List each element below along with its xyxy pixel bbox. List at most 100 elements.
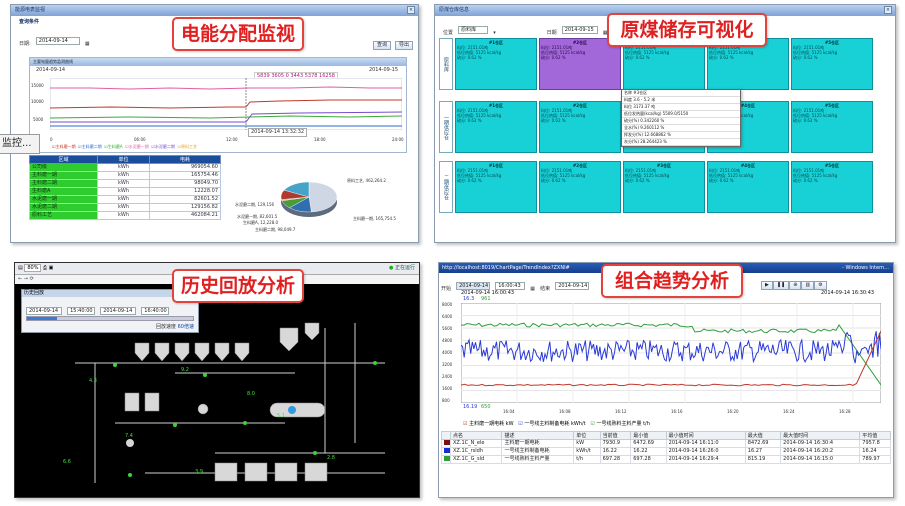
bin-cell[interactable]: #3仓区料位: 2151.01吨低位热值: 5125 kcal/kg硫分: 0.… xyxy=(623,161,705,213)
coal-date-label: 日期 xyxy=(546,30,557,36)
table-row[interactable]: XZ.1C_G_sld 一号线熟料主料产量 t/h 697.28 697.28 2014-… xyxy=(441,455,891,464)
popup-line: 料位 3173.37 吨 xyxy=(622,104,740,111)
browser-url: http://localhost:8019/ChartPage/TrendInd… xyxy=(442,265,570,271)
table-row[interactable]: 水泥磨一期 kWh 82601.52 xyxy=(29,195,221,204)
bin-cell[interactable]: #1仓区 料位: 2151.01吨 低位热值: 5125 kcal/kg 硫分: 0.… xyxy=(455,161,537,213)
value-label: 2.8 xyxy=(327,455,335,461)
value-label: 8.0 xyxy=(247,391,255,397)
y-tick: 800 xyxy=(442,398,450,403)
page-icon[interactable]: ▤ xyxy=(18,265,23,271)
date-label: 日期: xyxy=(19,41,31,47)
coal-window-title: 原煤仓库信息 xyxy=(439,7,470,13)
print-icon[interactable]: ⎙ xyxy=(43,265,47,271)
trend-toolbar-right: ▶ ❚❚ ⊕ ▥ ⚙ xyxy=(761,275,827,294)
bin-cell[interactable]: #5仓区 料位: 2151.01吨 低位热值: 5125 kcal/kg 硫分: 0.… xyxy=(791,38,873,90)
zoom-field[interactable]: 80% xyxy=(24,264,42,272)
date-input[interactable]: 2014-09-14 xyxy=(35,36,80,45)
back-icon[interactable]: ← xyxy=(18,276,22,282)
play-icon[interactable]: ▶ xyxy=(761,281,773,290)
end-date[interactable]: 2014-09-14 xyxy=(555,281,590,290)
bin-line: 硫分: 0.62 % xyxy=(625,178,650,183)
bin-cell[interactable]: #1仓区 料位: 2151.01吨 低位热值: 5125 kcal/kg 硫分: 0.… xyxy=(455,38,537,90)
legend-item-3[interactable]: ☑ 一号线熟料主料产量 t/h xyxy=(590,421,649,427)
legend-item-2[interactable]: ☑ 一号线主料制备电耗 kWh/t xyxy=(518,421,585,427)
query-section-title: 查询条件 xyxy=(19,19,40,25)
forward-icon[interactable]: → xyxy=(24,276,28,282)
chart-icon[interactable]: ▥ xyxy=(801,281,815,290)
callout-trend: 组合趋势分析 xyxy=(601,264,743,298)
value-label: 5.1 xyxy=(277,413,285,419)
x-tick: 16:24 xyxy=(783,409,795,414)
bin-cell[interactable]: #5仓区 料位: 2151.01吨 低位热值: 5125 kcal/kg 硫分: 0.… xyxy=(791,161,873,213)
legend-item-6[interactable]: ☑原料工艺 xyxy=(177,144,197,149)
x-tick: 16:28 xyxy=(839,409,851,414)
table-row[interactable]: XZ.1C_rsldh 一号线主料制备电耗 kWh/t 16.22 16.22 2014-… xyxy=(441,447,891,456)
trend-chart-svg xyxy=(461,303,881,403)
legend-item-2[interactable]: ☑主料磨二期 xyxy=(78,144,102,149)
site-select[interactable]: 原料库 xyxy=(458,25,489,34)
settings-icon[interactable]: ⚙ xyxy=(814,281,827,290)
screenshot-collage: 能源电表监视 × 查询条件 日期: 2014-09-14 ▦ 查询 导出 主要电量… xyxy=(0,0,905,506)
bin-detail-popup: 名称 #3仓区 料度 3.6 - 5.2 米 料位 3173.37 吨 低位发热… xyxy=(621,89,741,147)
export-button[interactable]: 导出 xyxy=(395,41,414,50)
legend-item-4[interactable]: ☑水泥磨一期 xyxy=(125,144,149,149)
side-tab[interactable]: 监控... xyxy=(0,134,40,154)
popup-line: 料度 3.6 - 5.2 米 xyxy=(622,97,740,104)
table-row[interactable]: XZ.1C_N_ele 主料磨一期电耗 kW 7930.9 6472.69 2014-09… xyxy=(441,439,891,448)
callout-coal: 原煤储存可视化 xyxy=(607,13,767,47)
table-row[interactable]: 主料磨二期 kWh 98049.70 xyxy=(29,179,221,188)
table-row[interactable]: 水泥磨二期 kWh 129156.82 xyxy=(29,203,221,212)
trend-legend: ☑ 主料磨一期电耗 kW ☑ 一号线主料制备电耗 kWh/t ☑ 一号线熟料主料… xyxy=(463,420,650,427)
query-bar: 日期: 2014-09-14 ▦ xyxy=(19,30,90,49)
close-icon[interactable]: × xyxy=(407,6,415,14)
table-row[interactable]: 公司级 kWh 969054.60 xyxy=(29,163,221,172)
legend-item-3[interactable]: ☑生料磨A xyxy=(104,144,122,149)
value-label: 3.9 xyxy=(195,469,203,475)
start-time[interactable]: 16:00:43 xyxy=(495,281,526,290)
trend-chart-panel: 主要电量趋势监测曲线 2014-09-14 2014-09-15 5839 36… xyxy=(29,57,407,153)
value-label: 7.4 xyxy=(125,433,133,439)
calendar-icon[interactable]: ▦ xyxy=(530,286,535,292)
close-icon[interactable]: × xyxy=(884,6,892,14)
legend-item-1[interactable]: ☑主料磨一期 xyxy=(52,144,76,149)
bin-cell[interactable]: #4仓区料位: 2151.01吨低位热值: 5125 kcal/kg硫分: 0.… xyxy=(707,161,789,213)
row-header: 二期供应仓 xyxy=(439,161,453,213)
start-date[interactable]: 2014-09-14 xyxy=(456,281,491,290)
table-row[interactable]: 原料工艺 kWh 462084.21 xyxy=(29,211,221,220)
query-button[interactable]: 查询 xyxy=(373,41,392,50)
x-tick-4: 18:00 xyxy=(314,137,326,142)
bin-line: 硫分: 0.62 % xyxy=(541,55,566,60)
pause-icon[interactable]: ❚❚ xyxy=(772,281,790,290)
x-tick-2: 06:00 xyxy=(134,137,146,142)
refresh-icon[interactable]: ⟳ xyxy=(30,276,34,282)
save-icon[interactable]: ▣ xyxy=(49,265,54,271)
bin-cell[interactable]: #2仓区 料位: 2151.01吨 低位热值: 5125 kcal/kg 硫分: 0.… xyxy=(539,101,621,153)
value-label: 9.2 xyxy=(181,367,189,373)
bin-cell[interactable]: #1仓区 料位: 2151.01吨 低位热值: 5125 kcal/kg 硫分: 0.… xyxy=(455,101,537,153)
x-tick: 16:08 xyxy=(559,409,571,414)
calendar-icon[interactable]: ▦ xyxy=(85,41,90,47)
popup-line: 低位发热量(kcal/kg) 5509.0/5150 xyxy=(622,111,740,118)
callout-energy: 电能分配监视 xyxy=(172,17,304,51)
bin-cell[interactable]: #5仓区 料位: 2151.01吨 低位热值: 5125 kcal/kg 硫分: 0.… xyxy=(791,101,873,153)
x-tick-1: 0 xyxy=(50,137,53,142)
table-row[interactable]: 生料磨A kWh 12228.07 xyxy=(29,187,221,196)
popup-line: 灰分(%) 28.264423 % xyxy=(622,139,740,146)
table-row[interactable]: 主料磨一期 kWh 165754.46 xyxy=(29,171,221,180)
coal-date-input[interactable]: 2014-09-15 xyxy=(561,25,598,34)
legend-item-5[interactable]: ☑水泥磨二期 xyxy=(151,144,175,149)
bin-cell[interactable]: #2仓区 料位: 2151.01吨 低位热值: 5125 kcal/kg 硫分: 0.… xyxy=(539,161,621,213)
bin-line: 硫分: 0.62 % xyxy=(709,178,734,183)
top-value-blue: 16.3 xyxy=(463,296,475,302)
legend-item-1[interactable]: ☑ 主料磨一期电耗 kW xyxy=(463,421,514,427)
zoom-icon[interactable]: ⊕ xyxy=(789,281,802,290)
col-area: 区域 xyxy=(29,155,98,164)
row-header: 原料库 xyxy=(439,38,453,90)
energy-window-title: 能源电表监视 xyxy=(15,7,46,13)
series-color-swatch xyxy=(444,456,450,461)
pie-label-4: 生料磨A, 12,228.0 xyxy=(243,220,279,225)
energy-table: 区域 单位 电耗 公司级 kWh 969054.60 主料磨一期 kWh 165754.… xyxy=(29,155,221,220)
trend-time-right: 2014-09-14 16:30:43 xyxy=(821,290,875,296)
y-tick: 5600 xyxy=(442,326,453,331)
chevron-down-icon[interactable]: ▾ xyxy=(493,30,496,36)
